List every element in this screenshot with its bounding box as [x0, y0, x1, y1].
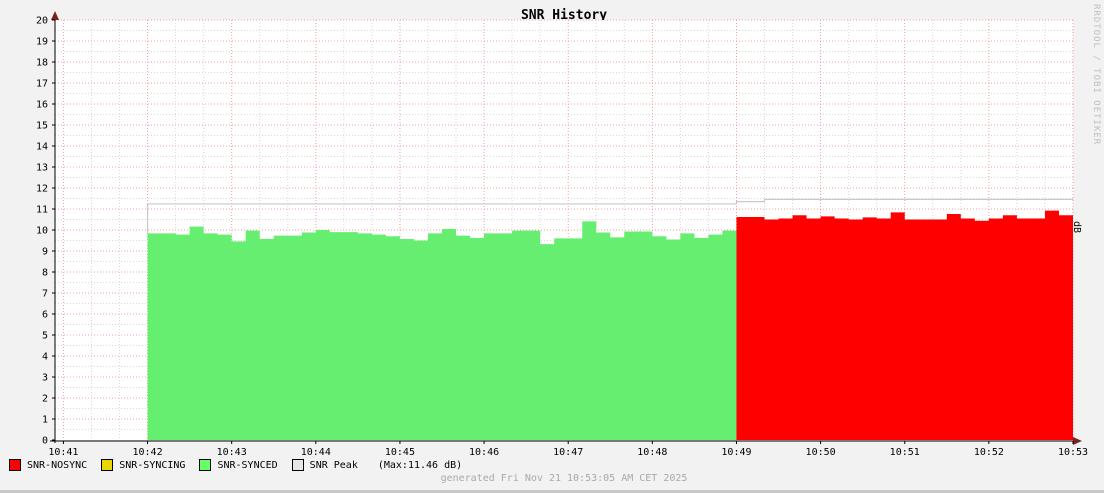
svg-text:15: 15 — [36, 121, 48, 132]
svg-text:18: 18 — [36, 58, 48, 69]
svg-text:10:44: 10:44 — [301, 447, 331, 458]
legend-label: SNR Peak — [310, 460, 358, 471]
legend-label: SNR-SYNCED — [217, 460, 277, 471]
svg-text:0: 0 — [42, 436, 48, 447]
svg-text:10:49: 10:49 — [721, 447, 751, 458]
legend-item-snr-synced: SNR-SYNCED — [199, 459, 277, 471]
svg-text:10:43: 10:43 — [217, 447, 247, 458]
svg-text:10:41: 10:41 — [48, 447, 78, 458]
legend-swatch-gray-icon — [292, 459, 304, 471]
legend-swatch-yellow-icon — [101, 459, 113, 471]
legend-label: SNR-NOSYNC — [27, 460, 87, 471]
rrd-graph-window: SNR History 0123456789101112131415161718… — [0, 0, 1104, 493]
svg-text:10:47: 10:47 — [553, 447, 583, 458]
svg-text:14: 14 — [36, 142, 48, 153]
svg-text:10:48: 10:48 — [637, 447, 667, 458]
svg-text:10: 10 — [36, 226, 48, 237]
svg-text:1: 1 — [42, 415, 48, 426]
legend-label: SNR-SYNCING — [119, 460, 185, 471]
svg-text:20: 20 — [36, 16, 48, 27]
snr-history-chart: 0123456789101112131415161718192010:4110:… — [0, 0, 1104, 460]
legend-swatch-red-icon — [9, 459, 21, 471]
svg-text:10:53: 10:53 — [1058, 447, 1088, 458]
svg-text:5: 5 — [42, 331, 48, 342]
svg-text:9: 9 — [42, 247, 48, 258]
svg-text:4: 4 — [42, 352, 48, 363]
svg-text:12: 12 — [36, 184, 48, 195]
svg-text:19: 19 — [36, 37, 48, 48]
legend-item-snr-nosync: SNR-NOSYNC — [9, 459, 87, 471]
rrdtool-watermark: RRDTOOL / TOBI OETIKER — [1091, 4, 1101, 145]
legend-swatch-green-icon — [199, 459, 211, 471]
legend-item-snr-peak: SNR Peak — [292, 459, 358, 471]
svg-text:10:52: 10:52 — [974, 447, 1004, 458]
svg-text:6: 6 — [42, 310, 48, 321]
svg-text:10:51: 10:51 — [890, 447, 920, 458]
svg-text:10:46: 10:46 — [469, 447, 499, 458]
svg-text:16: 16 — [36, 100, 48, 111]
chart-legend: SNR-NOSYNC SNR-SYNCING SNR-SYNCED SNR Pe… — [9, 459, 462, 471]
y-axis-unit-label: dB — [1071, 221, 1082, 233]
svg-text:7: 7 — [42, 289, 48, 300]
svg-text:11: 11 — [36, 205, 48, 216]
svg-text:10:42: 10:42 — [132, 447, 162, 458]
svg-text:10:50: 10:50 — [806, 447, 836, 458]
svg-text:8: 8 — [42, 268, 48, 279]
generated-timestamp: generated Fri Nov 21 10:53:05 AM CET 202… — [55, 473, 1073, 484]
svg-text:13: 13 — [36, 163, 48, 174]
legend-max-note: (Max:11.46 dB) — [378, 460, 462, 471]
svg-text:2: 2 — [42, 394, 48, 405]
svg-text:3: 3 — [42, 373, 48, 384]
svg-text:10:45: 10:45 — [385, 447, 415, 458]
legend-item-snr-syncing: SNR-SYNCING — [101, 459, 185, 471]
svg-text:17: 17 — [36, 79, 48, 90]
